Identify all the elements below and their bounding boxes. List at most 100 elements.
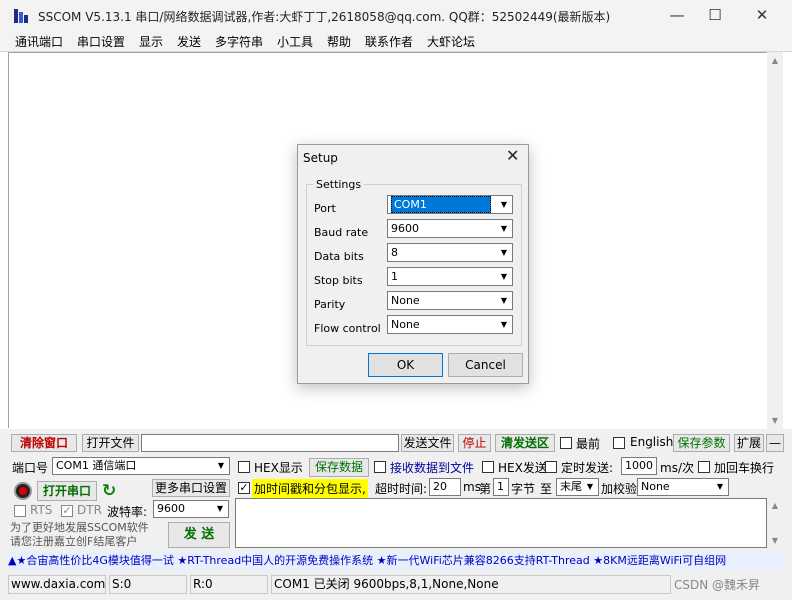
status-bar: www.daxia.com S:0 R:0 COM1 已关闭 9600bps,8…	[0, 573, 792, 600]
chevron-down-icon[interactable]: ▼	[496, 292, 512, 309]
file-path-input[interactable]	[141, 434, 399, 452]
close-icon[interactable]: ✕	[506, 146, 519, 165]
menu-contact-author[interactable]: 联系作者	[365, 33, 413, 50]
timed-send-checkbox[interactable]	[545, 461, 557, 473]
menu-display[interactable]: 显示	[139, 33, 163, 50]
byte-index-input[interactable]: 1	[493, 478, 509, 496]
watermark: CSDN @魏禾昇	[674, 578, 761, 592]
ok-button[interactable]: OK	[368, 353, 443, 377]
port-field-select[interactable]: COM1 ▼	[387, 195, 513, 214]
parity-field-select[interactable]: None ▼	[387, 291, 513, 310]
clear-window-button[interactable]: 清除窗口	[11, 434, 77, 452]
port-field-value: COM1	[391, 196, 491, 213]
open-port-button[interactable]: 打开串口	[37, 481, 97, 501]
topmost-checkbox[interactable]	[560, 437, 572, 449]
scroll-up-icon[interactable]: ▲	[767, 499, 783, 513]
chevron-down-icon[interactable]: ▼	[712, 479, 728, 495]
rts-label: RTS	[30, 503, 53, 517]
flow-control-field-label: Flow control	[314, 322, 381, 335]
stop-button[interactable]: 停止	[458, 434, 491, 452]
chevron-down-icon[interactable]: ▼	[496, 268, 512, 285]
menu-forum[interactable]: 大虾论坛	[427, 33, 475, 50]
website-link[interactable]: www.daxia.com	[8, 575, 106, 594]
dtr-checkbox[interactable]: ✓	[61, 505, 73, 517]
hex-send-checkbox[interactable]	[482, 461, 494, 473]
checksum-select[interactable]: None ▼	[637, 478, 729, 496]
menu-help[interactable]: 帮助	[327, 33, 351, 50]
app-icon	[13, 7, 31, 25]
collapse-button[interactable]: —	[766, 434, 784, 452]
window-title: SSCOM V5.13.1 串口/网络数据调试器,作者:大虾丁丁,2618058…	[38, 10, 611, 24]
menu-serial-settings[interactable]: 串口设置	[77, 33, 125, 50]
expand-button[interactable]: 扩展	[734, 434, 764, 452]
more-settings-button[interactable]: 更多串口设置	[152, 479, 230, 497]
newline-checkbox[interactable]	[698, 461, 710, 473]
chevron-down-icon[interactable]: ▼	[496, 316, 512, 333]
recv-to-file-checkbox[interactable]	[374, 461, 386, 473]
baud-rate-field-label: Baud rate	[314, 226, 369, 239]
interval-input[interactable]: 1000	[621, 457, 657, 475]
flow-control-field-value: None	[391, 318, 420, 331]
menu-comm-port[interactable]: 通讯端口	[15, 33, 63, 50]
save-data-button[interactable]: 保存数据	[309, 458, 369, 477]
port-select-value: COM1 通信端口	[56, 459, 137, 472]
data-bits-field-select[interactable]: 8 ▼	[387, 243, 513, 262]
menu-bar: 通讯端口 串口设置 显示 发送 多字符串 小工具 帮助 联系作者 大虾论坛	[0, 31, 792, 52]
chevron-down-icon[interactable]: ▼	[496, 244, 512, 261]
topmost-label: 最前	[576, 437, 601, 451]
baud-select[interactable]: 9600 ▼	[153, 500, 229, 518]
checksum-select-value: None	[641, 480, 670, 493]
data-bits-field-value: 8	[391, 246, 398, 259]
rts-checkbox[interactable]	[14, 505, 26, 517]
clear-send-button[interactable]: 清发送区	[495, 434, 555, 452]
stop-bits-field-select[interactable]: 1 ▼	[387, 267, 513, 286]
cancel-button[interactable]: Cancel	[448, 353, 523, 377]
receive-scrollbar[interactable]: ▲ ▼	[767, 52, 783, 429]
timestamp-checkbox[interactable]: ✓	[238, 482, 250, 494]
port-field-label: Port	[314, 202, 336, 215]
scroll-down-icon[interactable]: ▼	[767, 534, 783, 548]
chevron-down-icon[interactable]: ▼	[496, 220, 512, 237]
maximize-button[interactable]: ☐	[692, 0, 738, 31]
timeout-input[interactable]: 20	[429, 478, 461, 496]
timestamp-label: 加时间戳和分包显示,	[252, 479, 368, 498]
recv-to-file-label: 接收数据到文件	[390, 461, 475, 475]
received-count: R:0	[190, 575, 268, 594]
end-select[interactable]: 末尾 ▼	[556, 478, 599, 496]
parity-field-value: None	[391, 294, 420, 307]
timeout-label: 超时时间:	[375, 482, 428, 496]
chevron-down-icon[interactable]: ▼	[212, 501, 228, 517]
flow-control-field-select[interactable]: None ▼	[387, 315, 513, 334]
to-label: 至	[540, 482, 553, 496]
timed-send-label: 定时发送:	[561, 461, 614, 475]
menu-send[interactable]: 发送	[177, 33, 201, 50]
send-scrollbar[interactable]: ▲ ▼	[767, 498, 783, 548]
chevron-down-icon[interactable]: ▼	[496, 196, 512, 213]
chevron-down-icon[interactable]: ▼	[213, 458, 229, 474]
hex-display-checkbox[interactable]	[238, 461, 250, 473]
menu-multi-string[interactable]: 多字符串	[215, 33, 263, 50]
scroll-down-icon[interactable]: ▼	[767, 414, 783, 428]
menu-tools[interactable]: 小工具	[277, 33, 313, 50]
close-window-button[interactable]: ✕	[739, 0, 785, 31]
stop-bits-field-label: Stop bits	[314, 274, 363, 287]
refresh-icon[interactable]: ↻	[102, 481, 122, 501]
save-params-button[interactable]: 保存参数	[673, 434, 730, 452]
english-checkbox[interactable]	[613, 437, 625, 449]
ad-banner[interactable]: ▲★合宙高性价比4G模块值得一试 ★RT-Thread中国人的开源免费操作系统 …	[8, 552, 784, 570]
scroll-up-icon[interactable]: ▲	[767, 54, 783, 68]
port-select[interactable]: COM1 通信端口 ▼	[52, 457, 230, 475]
port-label: 端口号	[12, 461, 49, 475]
record-icon	[14, 482, 32, 500]
end-select-value: 末尾	[560, 480, 582, 493]
chevron-down-icon[interactable]: ▼	[582, 479, 598, 495]
send-file-button[interactable]: 发送文件	[401, 434, 454, 452]
stop-bits-field-value: 1	[391, 270, 398, 283]
baud-rate-field-select[interactable]: 9600 ▼	[387, 219, 513, 238]
send-input[interactable]	[235, 498, 767, 548]
parity-field-label: Parity	[314, 298, 346, 311]
send-button[interactable]: 发 送	[168, 522, 230, 548]
open-file-button[interactable]: 打开文件	[82, 434, 139, 452]
setup-dialog: Setup ✕ Settings Port COM1 ▼ Baud rate 9…	[297, 144, 529, 384]
dtr-label: DTR	[77, 503, 102, 517]
